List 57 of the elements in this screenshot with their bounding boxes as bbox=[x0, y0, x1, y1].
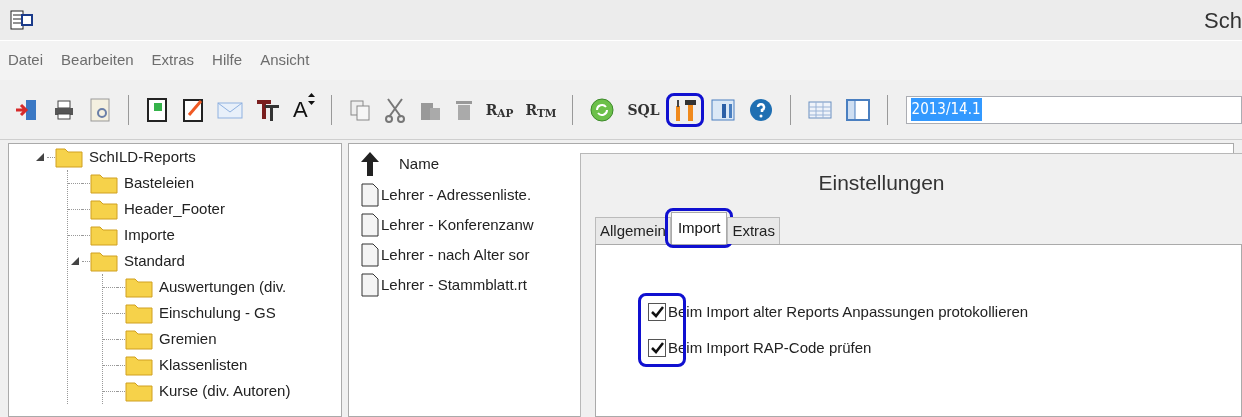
folder-icon bbox=[90, 198, 118, 220]
toolbar-button[interactable]: R$_{AP}$ bbox=[485, 101, 514, 118]
folder-icon bbox=[90, 224, 118, 246]
tree-item[interactable]: Auswertungen (div. bbox=[159, 275, 287, 299]
file-name[interactable]: Lehrer - Adressenliste. bbox=[381, 183, 532, 207]
column-header[interactable]: Name bbox=[399, 152, 439, 176]
menu-item[interactable]: Hilfe bbox=[212, 49, 243, 72]
preview-icon[interactable] bbox=[88, 96, 112, 123]
checkbox[interactable] bbox=[648, 303, 666, 321]
up-down-arrows-icon bbox=[307, 93, 315, 105]
folder-icon bbox=[125, 302, 153, 324]
tree-item[interactable]: Header_Footer bbox=[124, 197, 225, 221]
help-icon[interactable] bbox=[747, 96, 774, 123]
tree-item[interactable]: Importe bbox=[124, 223, 175, 247]
menu-item[interactable]: Extras bbox=[151, 49, 195, 72]
checkbox[interactable] bbox=[648, 339, 666, 357]
folder-icon bbox=[125, 276, 153, 298]
tab[interactable]: Allgemein bbox=[595, 217, 671, 244]
tree-item[interactable]: Einschulung - GS bbox=[159, 301, 276, 325]
menu-item[interactable]: Ansicht bbox=[260, 49, 310, 72]
folder-icon bbox=[90, 172, 118, 194]
window-title: Sch bbox=[1204, 6, 1242, 35]
layout-icon[interactable] bbox=[844, 97, 871, 122]
dialog-title: Einstellungen bbox=[818, 170, 945, 197]
file-name[interactable]: Lehrer - nach Alter sor bbox=[381, 243, 530, 267]
folder-icon bbox=[90, 250, 118, 272]
folder-icon bbox=[125, 354, 153, 376]
folder-icon bbox=[55, 146, 83, 168]
info-panel-icon[interactable] bbox=[709, 96, 736, 123]
tree-item[interactable]: Kurse (div. Autoren) bbox=[159, 379, 291, 403]
file-name[interactable]: Lehrer - Stammblatt.rt bbox=[381, 273, 527, 297]
font-size-button[interactable]: A bbox=[293, 93, 315, 126]
edit-document-icon[interactable] bbox=[181, 96, 205, 123]
document-icon bbox=[361, 213, 379, 237]
toolbar-button[interactable]: SQL bbox=[627, 101, 660, 118]
menu-item[interactable]: Datei bbox=[8, 49, 44, 72]
document-icon bbox=[361, 273, 379, 297]
printer-icon[interactable] bbox=[52, 97, 76, 122]
toolbar-button[interactable]: R$_{TM}$ bbox=[525, 101, 557, 118]
tree-item[interactable]: Standard bbox=[124, 249, 185, 273]
new-document-icon[interactable] bbox=[145, 96, 169, 123]
app-icon bbox=[10, 9, 34, 31]
menu-item[interactable]: Bearbeiten bbox=[61, 49, 134, 72]
tab[interactable]: Import bbox=[670, 212, 728, 244]
tree-item[interactable]: SchILD-Reports bbox=[89, 145, 196, 169]
folder-icon bbox=[125, 380, 153, 402]
tree-item[interactable]: Klassenlisten bbox=[159, 353, 248, 377]
file-name[interactable]: Lehrer - Konferenzanw bbox=[381, 213, 534, 237]
tree-item[interactable]: Gremien bbox=[159, 327, 217, 351]
up-arrow-icon[interactable] bbox=[361, 152, 379, 176]
document-icon bbox=[361, 243, 379, 267]
folder-icon bbox=[125, 328, 153, 350]
tab[interactable]: Extras bbox=[727, 217, 780, 244]
refresh-icon[interactable] bbox=[589, 96, 616, 123]
document-icon bbox=[361, 183, 379, 207]
tree-item[interactable]: Basteleien bbox=[124, 171, 195, 195]
scissors-icon[interactable] bbox=[383, 96, 406, 123]
